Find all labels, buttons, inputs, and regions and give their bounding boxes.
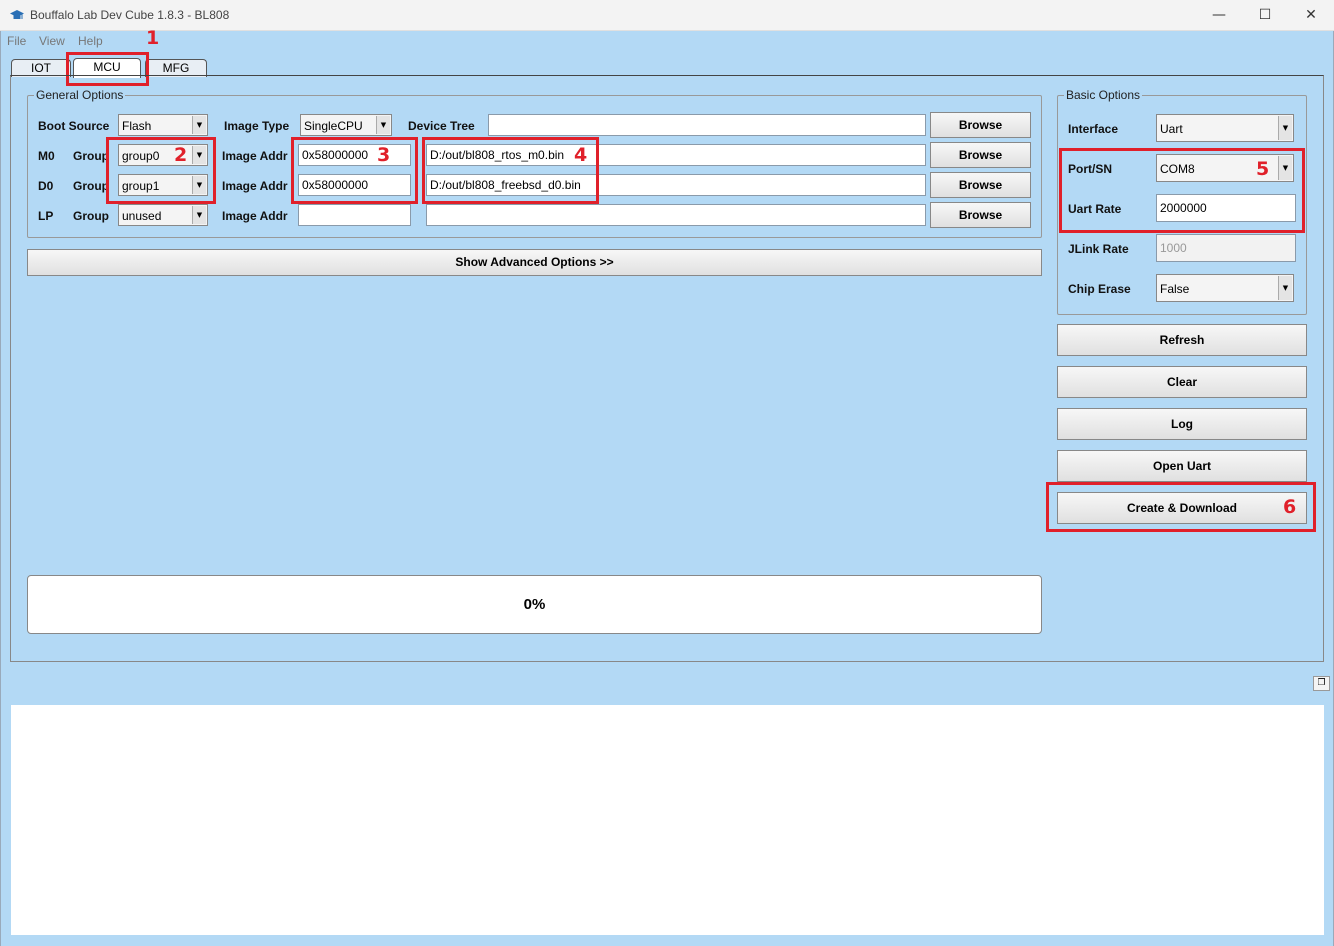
d0-label: D0 bbox=[38, 179, 54, 193]
open-uart-button[interactable]: Open Uart bbox=[1057, 450, 1307, 482]
lp-label: LP bbox=[38, 209, 54, 223]
annotation-number-3: 3 bbox=[377, 144, 391, 166]
menu-file[interactable]: File bbox=[7, 34, 26, 48]
annotation-box-2 bbox=[106, 137, 216, 204]
interface-label: Interface bbox=[1068, 122, 1119, 136]
maximize-icon[interactable]: ☐ bbox=[1242, 0, 1288, 31]
boot-source-select[interactable]: Flash ▼ bbox=[118, 114, 208, 136]
d0-browse-button[interactable]: Browse bbox=[930, 172, 1031, 198]
d0-group-label: Group bbox=[73, 179, 109, 193]
m0-image-addr-label: Image Addr bbox=[222, 149, 288, 163]
m0-label: M0 bbox=[38, 149, 55, 163]
graduation-cap-icon bbox=[10, 10, 24, 19]
device-tree-label: Device Tree bbox=[408, 119, 475, 133]
basic-options-title: Basic Options bbox=[1064, 88, 1143, 102]
menu-help[interactable]: Help bbox=[78, 34, 103, 48]
menu-bar: File View Help bbox=[1, 31, 1334, 51]
chevron-down-icon: ▼ bbox=[376, 116, 390, 134]
chevron-down-icon: ▼ bbox=[1278, 276, 1292, 300]
log-button[interactable]: Log bbox=[1057, 408, 1307, 440]
annotation-box-4 bbox=[422, 137, 599, 204]
jlink-rate-input: 1000 bbox=[1156, 234, 1296, 262]
m0-group-label: Group bbox=[73, 149, 109, 163]
title-bar: Bouffalo Lab Dev Cube 1.8.3 - BL808 — ☐ … bbox=[0, 0, 1334, 31]
general-options-title: General Options bbox=[34, 88, 126, 102]
lp-browse-button[interactable]: Browse bbox=[930, 202, 1031, 228]
annotation-number-2: 2 bbox=[174, 144, 188, 166]
image-type-select[interactable]: SingleCPU ▼ bbox=[300, 114, 392, 136]
annotation-number-1: 1 bbox=[146, 27, 160, 49]
annotation-number-5: 5 bbox=[1256, 158, 1270, 180]
clear-button[interactable]: Clear bbox=[1057, 366, 1307, 398]
annotation-number-6: 6 bbox=[1283, 496, 1297, 518]
close-icon[interactable]: ✕ bbox=[1288, 0, 1334, 31]
refresh-button[interactable]: Refresh bbox=[1057, 324, 1307, 356]
interface-select[interactable]: Uart ▼ bbox=[1156, 114, 1294, 142]
d0-image-addr-label: Image Addr bbox=[222, 179, 288, 193]
m0-browse-button[interactable]: Browse bbox=[930, 142, 1031, 168]
boot-source-label: Boot Source bbox=[38, 119, 110, 133]
chip-erase-label: Chip Erase bbox=[1068, 282, 1131, 296]
device-tree-input[interactable] bbox=[488, 114, 926, 136]
device-tree-browse-button[interactable]: Browse bbox=[930, 112, 1031, 138]
annotation-box-3 bbox=[291, 137, 418, 204]
lp-group-select[interactable]: unused ▼ bbox=[118, 204, 208, 226]
window-title: Bouffalo Lab Dev Cube 1.8.3 - BL808 bbox=[30, 8, 230, 22]
chevron-down-icon: ▼ bbox=[192, 116, 206, 134]
show-advanced-options-button[interactable]: Show Advanced Options >> bbox=[27, 249, 1042, 276]
lp-image-addr-label: Image Addr bbox=[222, 209, 288, 223]
lp-image-path-input[interactable] bbox=[426, 204, 926, 226]
annotation-box-6 bbox=[1046, 482, 1316, 532]
chevron-down-icon: ▼ bbox=[192, 206, 206, 224]
annotation-number-4: 4 bbox=[574, 144, 588, 166]
restore-icon[interactable]: ❐ bbox=[1313, 676, 1330, 691]
log-output-area[interactable] bbox=[11, 705, 1324, 935]
image-type-label: Image Type bbox=[224, 119, 290, 133]
chevron-down-icon: ▼ bbox=[1278, 116, 1292, 140]
jlink-rate-label: JLink Rate bbox=[1068, 242, 1129, 256]
progress-bar: 0% bbox=[27, 575, 1042, 634]
lp-image-addr-input[interactable] bbox=[298, 204, 411, 226]
chip-erase-select[interactable]: False ▼ bbox=[1156, 274, 1294, 302]
menu-view[interactable]: View bbox=[39, 34, 65, 48]
lp-group-label: Group bbox=[73, 209, 109, 223]
minimize-icon[interactable]: — bbox=[1196, 0, 1242, 31]
